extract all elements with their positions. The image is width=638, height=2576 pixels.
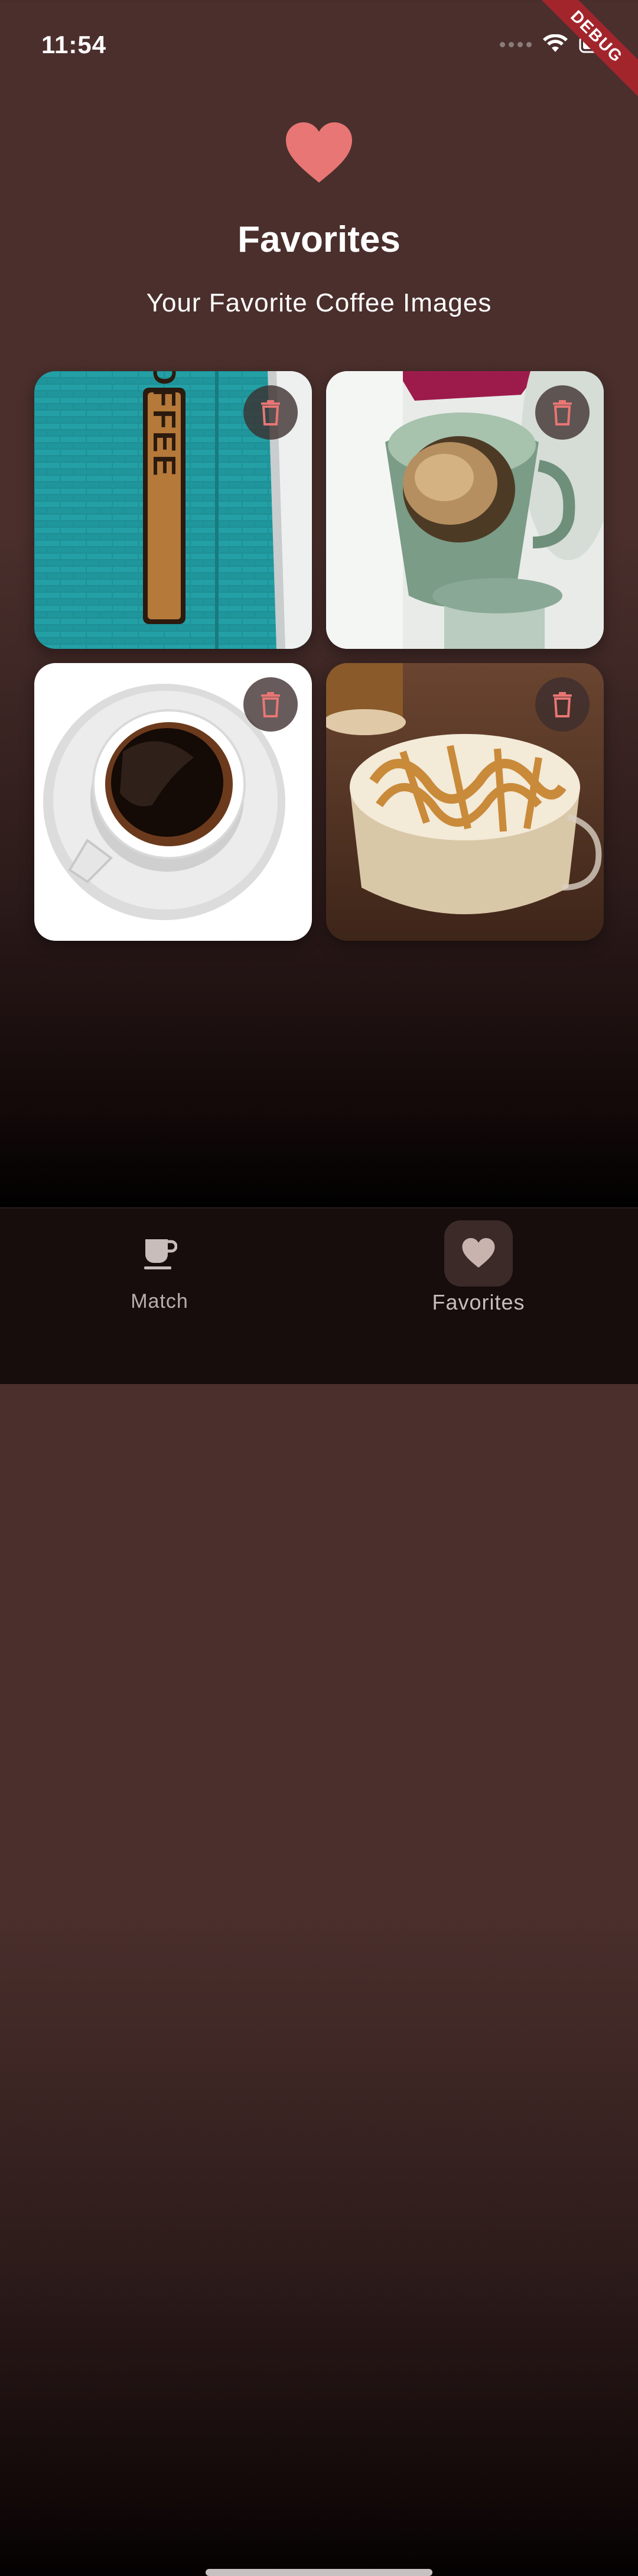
heart-icon xyxy=(462,1237,495,1268)
nav-item-favorites[interactable]: Favorites xyxy=(390,1220,567,1315)
delete-button[interactable] xyxy=(535,385,590,440)
trash-icon xyxy=(553,400,572,425)
favorite-card[interactable] xyxy=(326,371,604,649)
nav-label-favorites: Favorites xyxy=(432,1290,525,1314)
wifi-icon xyxy=(543,34,568,52)
svg-text:COFFEE: COFFEE xyxy=(147,371,182,479)
favorite-card[interactable]: COFFEE xyxy=(34,371,312,649)
bottom-nav: Match Favorites xyxy=(0,1207,638,2576)
trash-icon xyxy=(261,400,280,425)
delete-button[interactable] xyxy=(535,677,590,732)
heart-icon xyxy=(286,122,352,183)
signal-dots-icon xyxy=(500,41,532,47)
favorite-card[interactable] xyxy=(326,663,604,941)
delete-button[interactable] xyxy=(243,385,298,440)
nav-label-match: Match xyxy=(131,1290,188,1313)
coffee-cup-icon xyxy=(144,1239,177,1269)
trash-icon xyxy=(553,692,572,717)
nav-active-indicator xyxy=(444,1220,513,1287)
trash-icon xyxy=(261,692,280,717)
nav-item-match[interactable]: Match xyxy=(71,1220,248,1313)
home-indicator[interactable] xyxy=(206,2569,432,2576)
page-subtitle: Your Favorite Coffee Images xyxy=(146,288,492,317)
favorite-card[interactable] xyxy=(34,663,312,941)
status-time: 11:54 xyxy=(41,31,107,59)
favorites-grid: COFFEE xyxy=(34,371,604,941)
delete-button[interactable] xyxy=(243,677,298,732)
page-title: Favorites xyxy=(237,219,401,260)
